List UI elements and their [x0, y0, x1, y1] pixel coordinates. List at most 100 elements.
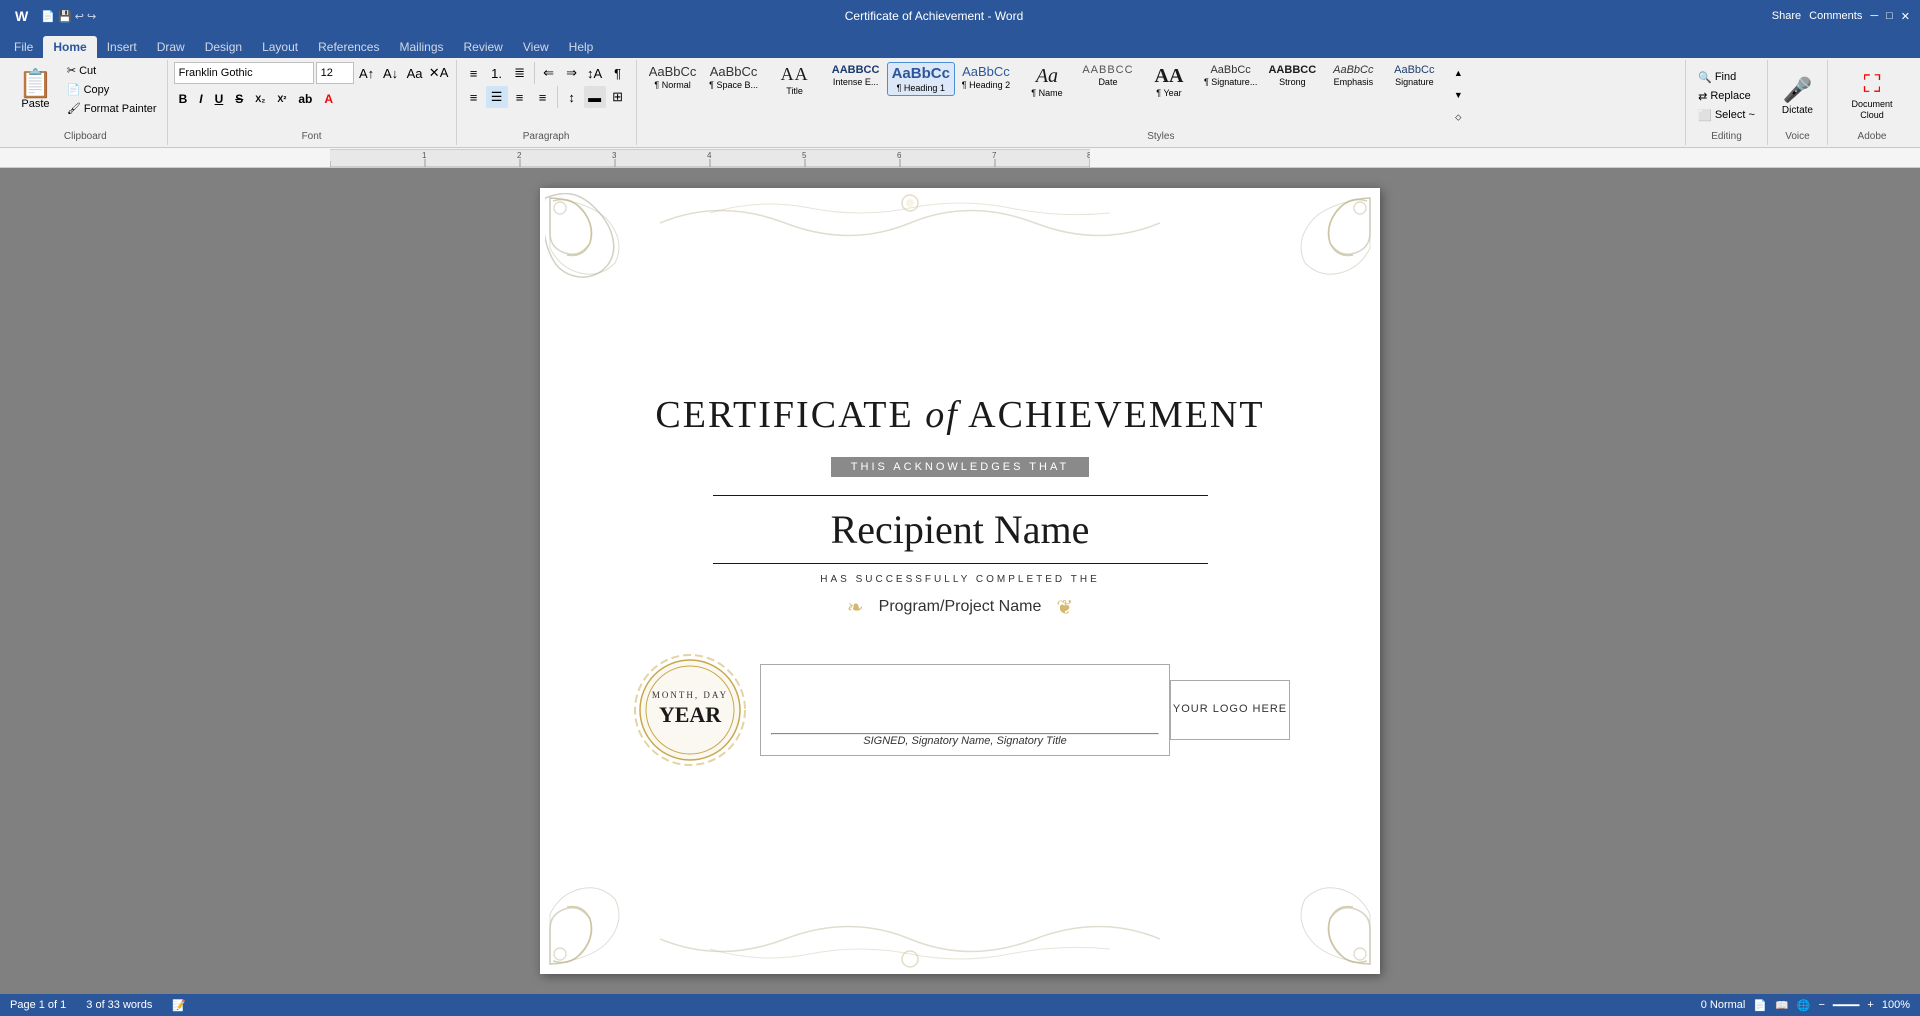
- share-button[interactable]: Share: [1772, 10, 1801, 23]
- style-indicator[interactable]: 0 Normal: [1701, 999, 1746, 1011]
- styles-more[interactable]: ⬦: [1447, 106, 1469, 128]
- decrease-indent-button[interactable]: ⇐: [538, 62, 560, 84]
- close-button[interactable]: ✕: [1901, 10, 1910, 23]
- align-center-button[interactable]: ☰: [486, 86, 508, 108]
- clipboard-small-buttons: ✂ Cut 📄 Copy 🖌 Format Painter: [63, 62, 161, 117]
- word-count[interactable]: 3 of 33 words: [86, 999, 152, 1012]
- zoom-level[interactable]: 100%: [1882, 999, 1910, 1011]
- style-title-preview: AA: [781, 64, 809, 86]
- tab-review[interactable]: Review: [454, 36, 513, 58]
- style-heading1[interactable]: AaBbCc ¶ Heading 1: [887, 62, 955, 96]
- font-family-input[interactable]: [174, 62, 314, 84]
- para-separator1: [534, 62, 535, 84]
- show-formatting-button[interactable]: ¶: [607, 62, 629, 84]
- style-date[interactable]: AABBCC Date: [1078, 62, 1138, 89]
- justify-button[interactable]: ≡: [532, 86, 554, 108]
- style-title[interactable]: AA Title: [765, 62, 825, 98]
- change-case-button[interactable]: Aa: [404, 62, 426, 84]
- zoom-slider[interactable]: ━━━━: [1833, 999, 1860, 1012]
- cert-title: CERTIFICATE of ACHIEVEMENT: [630, 393, 1290, 437]
- style-heading2[interactable]: AaBbCc ¶ Heading 2: [956, 62, 1016, 92]
- subscript-button[interactable]: X₂: [250, 88, 270, 110]
- tab-design[interactable]: Design: [195, 36, 252, 58]
- style-year[interactable]: AA ¶ Year: [1139, 62, 1199, 100]
- comments-button[interactable]: Comments: [1809, 10, 1862, 23]
- copy-label: Copy: [84, 84, 110, 96]
- style-name[interactable]: Aa ¶ Name: [1017, 62, 1077, 100]
- styles-scroll-down[interactable]: ▼: [1447, 84, 1469, 106]
- style-normal[interactable]: AaBbCc ¶ Normal: [643, 62, 703, 92]
- decrease-font-button[interactable]: A↓: [380, 62, 402, 84]
- cert-recipient[interactable]: Recipient Name: [630, 506, 1290, 553]
- maximize-button[interactable]: □: [1886, 10, 1893, 23]
- svg-text:8: 8: [1087, 151, 1090, 160]
- text-highlight-button[interactable]: ab: [293, 88, 317, 110]
- tab-home[interactable]: Home: [43, 36, 96, 58]
- tab-file[interactable]: File: [4, 36, 43, 58]
- numbering-button[interactable]: 1.: [486, 62, 508, 84]
- clipboard-content: 📋 Paste ✂ Cut 📄 Copy 🖌 Format Painter: [10, 62, 161, 130]
- style-no-space[interactable]: AaBbCc ¶ Space B...: [704, 62, 764, 92]
- tab-layout[interactable]: Layout: [252, 36, 308, 58]
- cert-acknowledges-row: THIS ACKNOWLEDGES THAT: [630, 457, 1290, 487]
- format-painter-button[interactable]: 🖌 Format Painter: [63, 100, 161, 117]
- style-year-label: ¶ Year: [1156, 88, 1181, 98]
- adobe-button[interactable]: ⛶ Document Cloud: [1834, 67, 1910, 125]
- multilevel-button[interactable]: ≣: [509, 62, 531, 84]
- superscript-button[interactable]: X²: [272, 88, 291, 110]
- select-button[interactable]: ⬜ Select ~: [1692, 107, 1761, 124]
- tab-draw[interactable]: Draw: [147, 36, 195, 58]
- tab-help[interactable]: Help: [559, 36, 604, 58]
- italic-button[interactable]: I: [194, 88, 207, 110]
- minimize-button[interactable]: ─: [1870, 10, 1878, 23]
- underline-button[interactable]: U: [210, 88, 229, 110]
- find-button[interactable]: 🔍 Find: [1692, 69, 1742, 86]
- bullets-button[interactable]: ≡: [463, 62, 485, 84]
- bold-button[interactable]: B: [174, 88, 193, 110]
- tab-mailings[interactable]: Mailings: [389, 36, 453, 58]
- view-mode-web[interactable]: 🌐: [1797, 999, 1811, 1012]
- replace-label: Replace: [1710, 90, 1750, 102]
- font-color-button[interactable]: A: [319, 88, 338, 110]
- line-spacing-button[interactable]: ↕: [561, 86, 583, 108]
- svg-text:3: 3: [612, 151, 617, 160]
- style-emphasis[interactable]: AaBbCc Emphasis: [1323, 62, 1383, 89]
- certificate-page: CERTIFICATE of ACHIEVEMENT THIS ACKNOWLE…: [540, 188, 1380, 974]
- paste-icon: 📋: [18, 70, 53, 98]
- cert-logo-box[interactable]: YOUR LOGO HERE: [1170, 680, 1290, 740]
- borders-button[interactable]: ⊞: [607, 86, 629, 108]
- page-info[interactable]: Page 1 of 1: [10, 999, 66, 1012]
- shading-button[interactable]: ▬: [584, 86, 606, 108]
- align-left-button[interactable]: ≡: [463, 86, 485, 108]
- dictate-button[interactable]: 🎤 Dictate: [1774, 72, 1821, 120]
- cert-seal-svg: MONTH, DAY YEAR: [630, 650, 750, 770]
- view-mode-print[interactable]: 📄: [1753, 999, 1767, 1012]
- document-area[interactable]: CERTIFICATE of ACHIEVEMENT THIS ACKNOWLE…: [0, 168, 1920, 994]
- replace-button[interactable]: ⇄ Replace: [1692, 88, 1757, 105]
- style-no-space-preview: AaBbCc: [710, 64, 758, 80]
- font-size-input[interactable]: [316, 62, 354, 84]
- cert-program[interactable]: Program/Project Name: [879, 598, 1042, 616]
- tab-insert[interactable]: Insert: [97, 36, 147, 58]
- strikethrough-button[interactable]: S: [230, 88, 248, 110]
- cert-signature-box[interactable]: SIGNED, Signatory Name, Signatory Title: [760, 664, 1170, 756]
- zoom-out-button[interactable]: −: [1818, 999, 1824, 1011]
- style-signature[interactable]: AaBbCc ¶ Signature...: [1200, 62, 1261, 89]
- tab-references[interactable]: References: [308, 36, 389, 58]
- align-right-button[interactable]: ≡: [509, 86, 531, 108]
- increase-indent-button[interactable]: ⇒: [561, 62, 583, 84]
- copy-button[interactable]: 📄 Copy: [63, 81, 161, 98]
- increase-font-button[interactable]: A↑: [356, 62, 378, 84]
- style-intense-e-label: Intense E...: [833, 77, 879, 87]
- styles-scroll-up[interactable]: ▲: [1447, 62, 1469, 84]
- cut-button[interactable]: ✂ Cut: [63, 62, 161, 79]
- sort-button[interactable]: ↕A: [584, 62, 606, 84]
- clear-format-button[interactable]: ✕A: [428, 62, 450, 84]
- paste-button[interactable]: 📋 Paste: [10, 62, 61, 117]
- tab-view[interactable]: View: [513, 36, 559, 58]
- view-mode-read[interactable]: 📖: [1775, 999, 1789, 1012]
- style-strong[interactable]: AABBCC Strong: [1262, 62, 1322, 89]
- zoom-in-button[interactable]: +: [1867, 999, 1873, 1011]
- style-intense-e[interactable]: AABBCC Intense E...: [826, 62, 886, 89]
- style-signature2[interactable]: AaBbCc Signature: [1384, 62, 1444, 89]
